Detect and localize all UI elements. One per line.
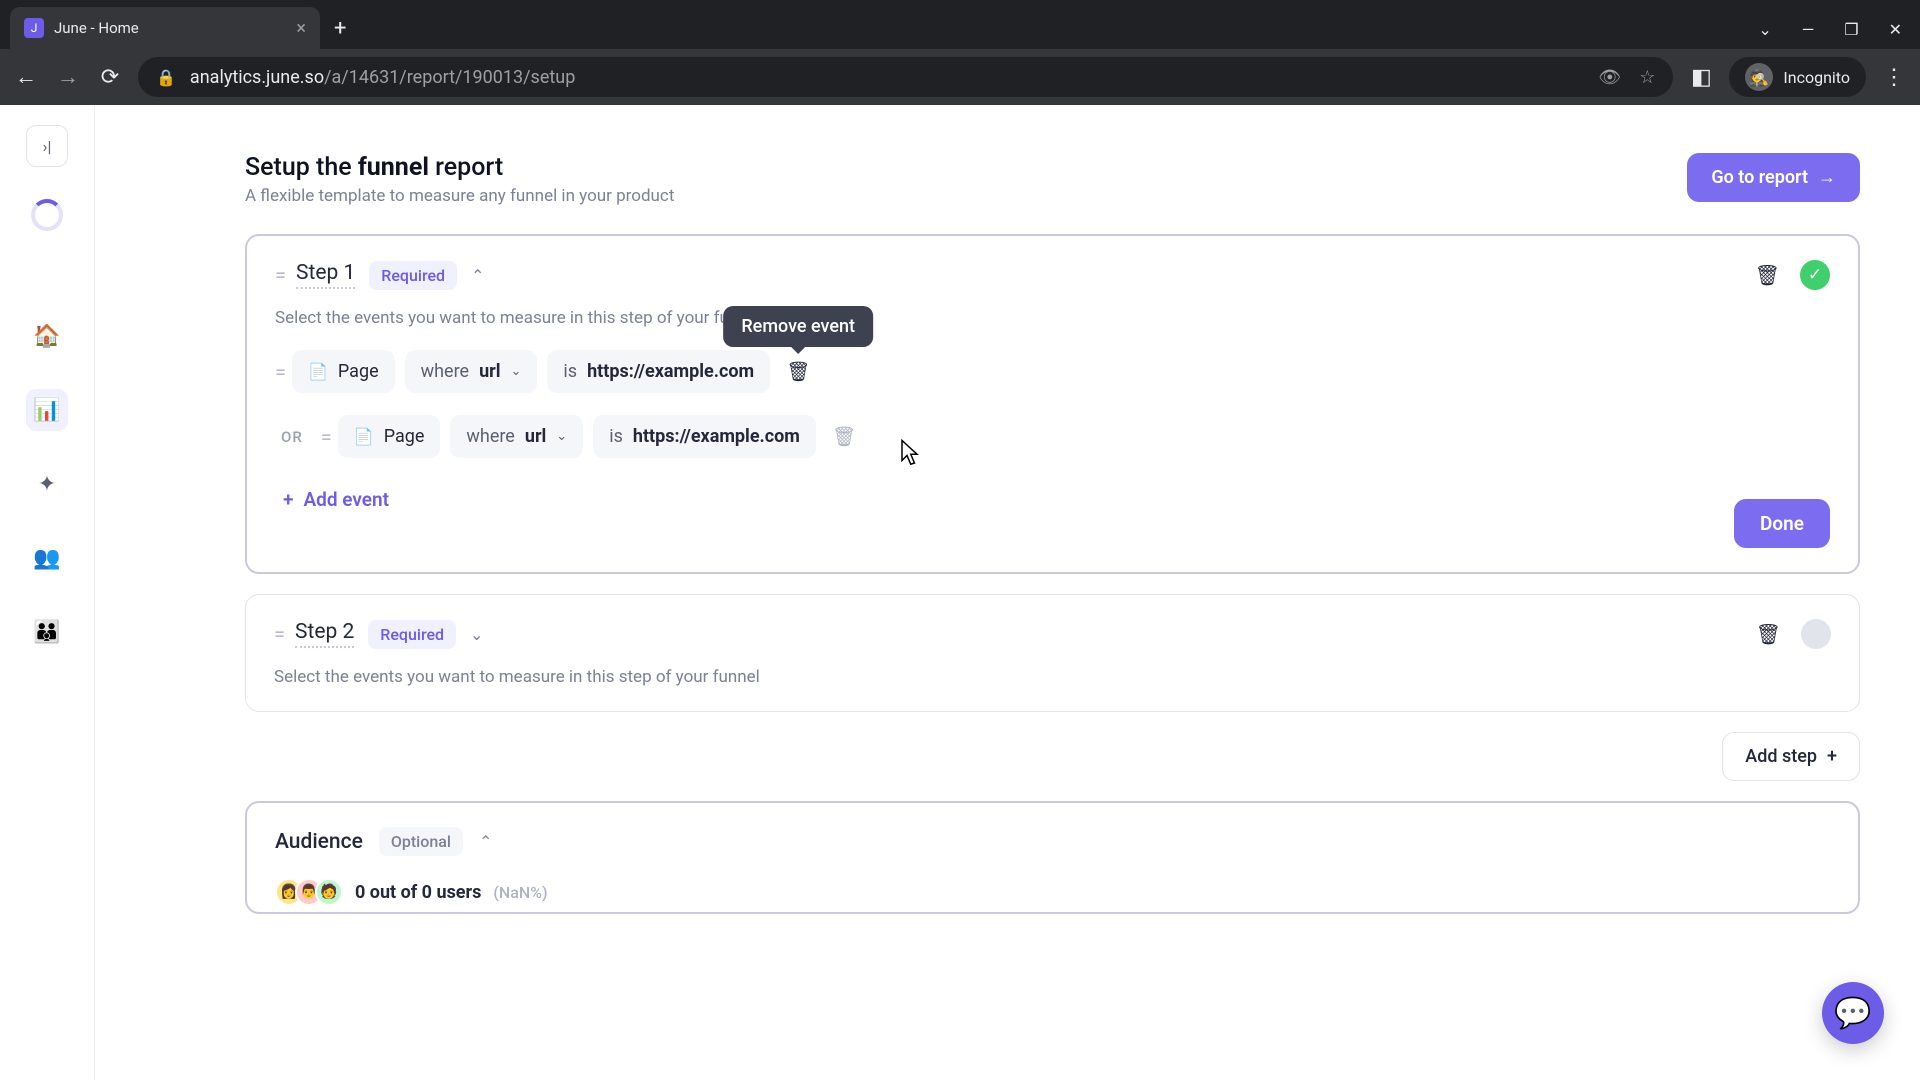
event-type-chip[interactable]: 📄 Page bbox=[338, 415, 441, 458]
step-description: Select the events you want to measure in… bbox=[274, 667, 1831, 687]
incognito-icon: 🕵 bbox=[1745, 63, 1773, 91]
optional-badge: Optional bbox=[379, 827, 463, 856]
drag-handle-icon[interactable]: = bbox=[274, 622, 281, 646]
page-icon: 📄 bbox=[354, 427, 374, 446]
lock-icon: 🔒 bbox=[156, 68, 176, 87]
collapse-audience-icon[interactable]: ⌃ bbox=[479, 832, 492, 851]
delete-step-button[interactable]: 🗑 bbox=[1756, 622, 1781, 646]
collapse-sidebar-button[interactable]: ›| bbox=[26, 125, 68, 167]
audience-card: Audience Optional ⌃ 👩 👨 🧑 0 out of 0 use… bbox=[245, 801, 1860, 914]
step-incomplete-icon bbox=[1801, 619, 1831, 649]
audience-avatars: 👩 👨 🧑 bbox=[275, 878, 343, 906]
event-value-chip[interactable]: is https://example.com bbox=[547, 350, 770, 393]
audience-count: 0 out of 0 users bbox=[355, 882, 481, 903]
chevron-down-icon[interactable]: ⌄ bbox=[1758, 20, 1771, 39]
browser-tab[interactable]: J June - Home × bbox=[10, 7, 320, 49]
step-name[interactable]: Step 2 bbox=[295, 620, 354, 648]
add-event-button[interactable]: + Add event bbox=[283, 488, 1830, 511]
audience-title: Audience bbox=[275, 830, 363, 854]
chevron-down-icon: ⌄ bbox=[511, 364, 522, 379]
expand-step-icon[interactable]: ⌄ bbox=[470, 625, 483, 644]
browser-tabstrip: J June - Home × + ⌄ ― ❐ ✕ bbox=[0, 0, 1920, 49]
step-1-card: = Step 1 Required ⌃ 🗑 ✓ Select the event… bbox=[245, 234, 1860, 574]
arrow-right-icon: → bbox=[1818, 167, 1836, 188]
loading-spinner bbox=[31, 199, 63, 231]
remove-event-button[interactable]: 🗑 bbox=[826, 425, 862, 448]
or-separator: OR bbox=[281, 428, 303, 446]
incognito-label: Incognito bbox=[1783, 68, 1850, 87]
main-content: Setup the funnel report A flexible templ… bbox=[95, 105, 1920, 1080]
remove-event-button[interactable]: 🗑 bbox=[780, 360, 816, 383]
step-name[interactable]: Step 1 bbox=[296, 261, 355, 289]
remove-event-tooltip: Remove event bbox=[723, 306, 873, 347]
go-to-report-button[interactable]: Go to report → bbox=[1687, 153, 1860, 202]
event-row: OR = 📄 Page where url ⌄ is https://examp… bbox=[275, 415, 1830, 458]
maximize-icon[interactable]: ❐ bbox=[1844, 20, 1858, 39]
back-button[interactable]: ← bbox=[12, 64, 40, 90]
step-2-card: = Step 2 Required ⌄ 🗑 Select the events … bbox=[245, 594, 1860, 712]
drag-handle-icon[interactable]: = bbox=[321, 425, 328, 449]
url-host: analytics.june.so/a/14631/report/190013/… bbox=[190, 67, 575, 88]
event-row: = 📄 Page where url ⌄ is https://example.… bbox=[275, 350, 1830, 393]
chevron-down-icon: ⌄ bbox=[556, 429, 567, 444]
nav-users[interactable]: 👥 bbox=[26, 537, 68, 579]
nav-events[interactable]: ✦ bbox=[26, 463, 68, 505]
event-field-chip[interactable]: where url ⌄ bbox=[450, 415, 583, 458]
done-button[interactable]: Done bbox=[1734, 499, 1830, 548]
collapse-step-icon[interactable]: ⌃ bbox=[471, 266, 484, 285]
window-controls: ⌄ ― ❐ ✕ bbox=[1740, 20, 1920, 49]
plus-icon: + bbox=[1827, 746, 1837, 767]
nav-reports[interactable]: 📊 bbox=[26, 389, 68, 431]
close-tab-icon[interactable]: × bbox=[296, 18, 306, 39]
nav-groups[interactable]: 👪 bbox=[26, 611, 68, 653]
drag-handle-icon[interactable]: = bbox=[275, 263, 282, 287]
minimize-icon[interactable]: ― bbox=[1802, 20, 1815, 39]
required-badge: Required bbox=[368, 620, 456, 649]
audience-percent: (NaN%) bbox=[493, 883, 547, 902]
kebab-menu-icon[interactable]: ⋮ bbox=[1880, 65, 1908, 90]
chat-icon: 💬 bbox=[1834, 996, 1871, 1031]
extensions-icon[interactable]: ◧ bbox=[1687, 65, 1715, 90]
plus-icon: + bbox=[283, 488, 293, 511]
close-window-icon[interactable]: ✕ bbox=[1889, 20, 1902, 39]
page-icon: 📄 bbox=[308, 362, 328, 381]
favicon: J bbox=[24, 18, 44, 38]
event-value-chip[interactable]: is https://example.com bbox=[593, 415, 816, 458]
event-field-chip[interactable]: where url ⌄ bbox=[405, 350, 538, 393]
bookmark-icon[interactable]: ☆ bbox=[1639, 67, 1655, 88]
page-subtitle: A flexible template to measure any funne… bbox=[245, 186, 674, 206]
nav-home[interactable]: 🏠 bbox=[26, 315, 68, 357]
help-fab[interactable]: 💬 bbox=[1822, 982, 1884, 1044]
add-step-button[interactable]: Add step + bbox=[1722, 732, 1860, 781]
eye-off-icon[interactable]: 👁 bbox=[1598, 67, 1621, 88]
step-valid-icon: ✓ bbox=[1800, 260, 1830, 290]
event-type-chip[interactable]: 📄 Page bbox=[292, 350, 395, 393]
page-title: Setup the funnel report bbox=[245, 153, 674, 182]
new-tab-button[interactable]: + bbox=[320, 16, 360, 49]
required-badge: Required bbox=[369, 261, 457, 290]
step-description: Select the events you want to measure in… bbox=[275, 308, 1830, 328]
incognito-badge[interactable]: 🕵 Incognito bbox=[1729, 57, 1866, 97]
address-bar[interactable]: 🔒 analytics.june.so/a/14631/report/19001… bbox=[138, 57, 1673, 97]
browser-toolbar: ← → ⟳ 🔒 analytics.june.so/a/14631/report… bbox=[0, 49, 1920, 105]
sidebar: ›| 🏠 📊 ✦ 👥 👪 bbox=[0, 105, 95, 1080]
delete-step-button[interactable]: 🗑 bbox=[1755, 263, 1780, 287]
tab-title: June - Home bbox=[54, 19, 139, 37]
forward-button[interactable]: → bbox=[54, 64, 82, 90]
reload-button[interactable]: ⟳ bbox=[96, 65, 124, 90]
drag-handle-icon[interactable]: = bbox=[275, 360, 282, 384]
